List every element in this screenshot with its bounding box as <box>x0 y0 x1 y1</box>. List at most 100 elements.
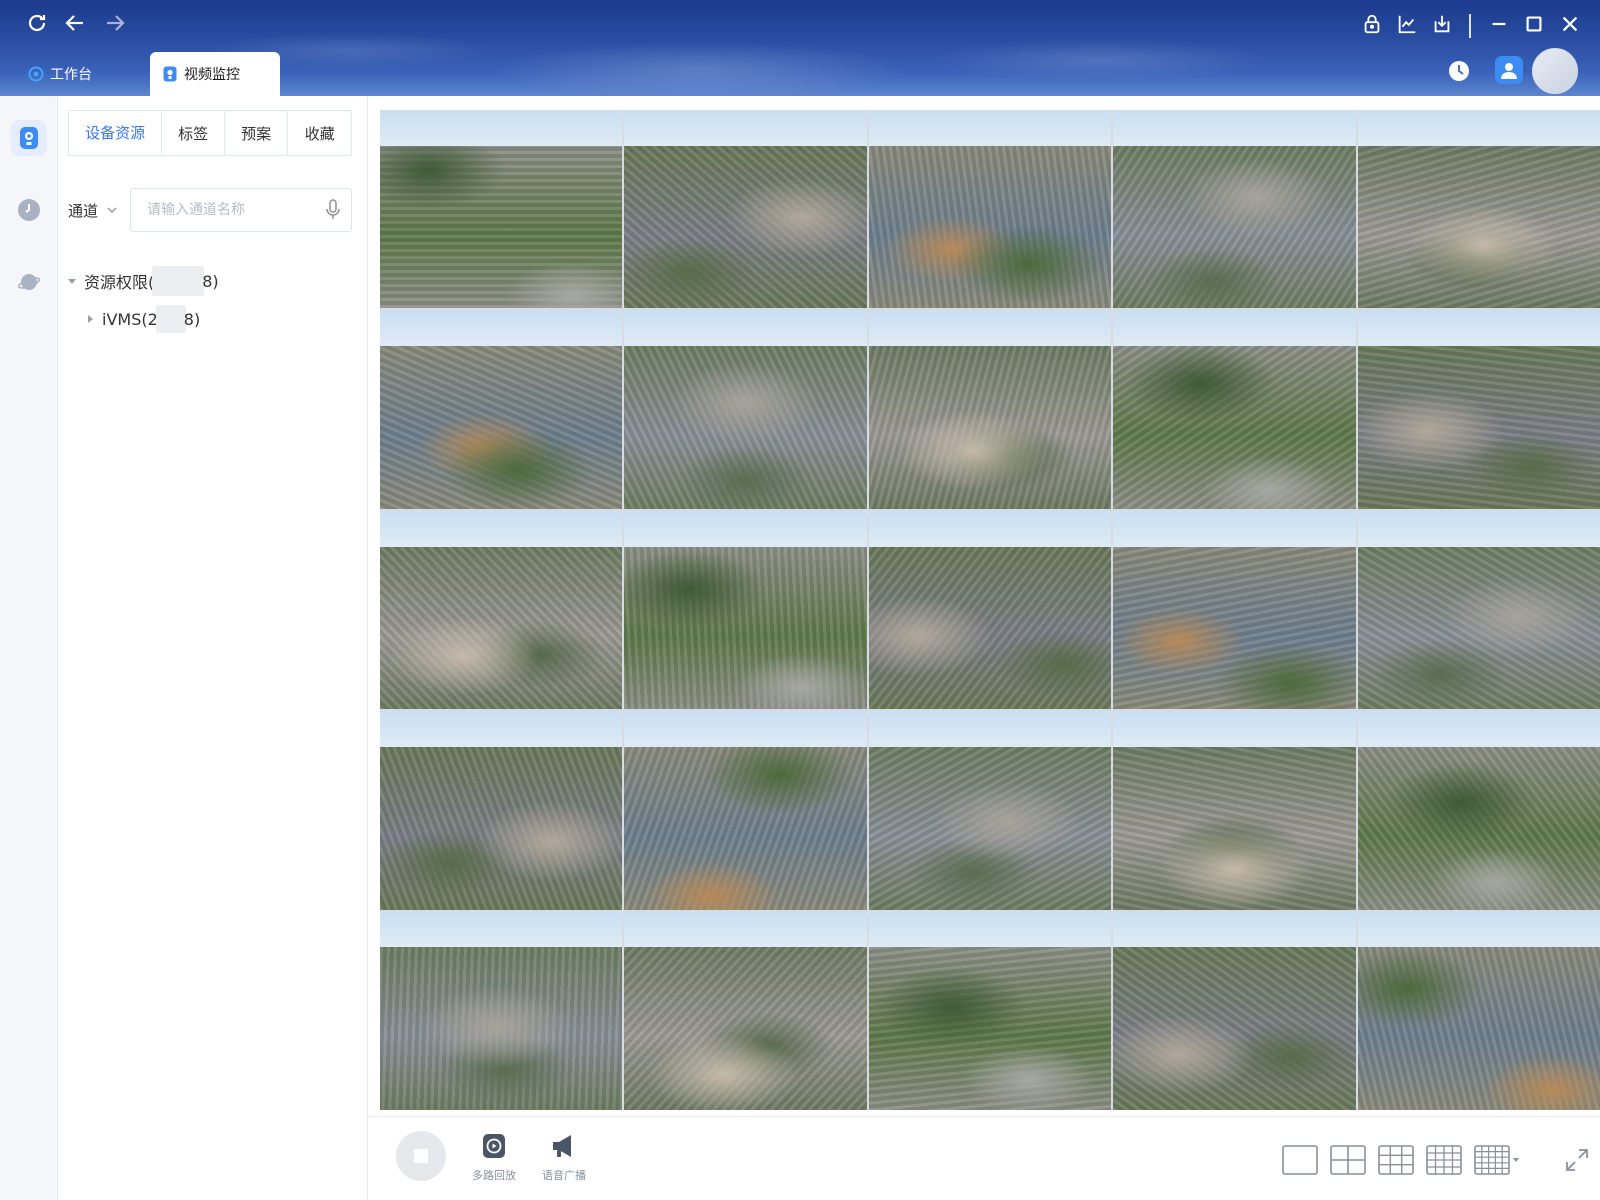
camera-tile[interactable] <box>868 911 1112 1110</box>
search-box <box>130 188 352 232</box>
layout-2x2-button[interactable] <box>1330 1145 1366 1175</box>
fullscreen-icon[interactable] <box>1564 1147 1590 1173</box>
camera-tile[interactable] <box>1357 510 1600 710</box>
camera-feed-image <box>1113 947 1356 1110</box>
clock-icon[interactable] <box>1448 60 1470 82</box>
layout-1x1-button[interactable] <box>1282 1145 1318 1175</box>
left-rail <box>0 96 58 1200</box>
caret-down-icon[interactable] <box>66 275 78 287</box>
camera-tile[interactable] <box>624 110 867 309</box>
camera-tile[interactable] <box>1357 310 1600 509</box>
layout-3x3-button[interactable] <box>1378 1145 1414 1175</box>
camera-tile[interactable] <box>868 110 1112 309</box>
camera-tile[interactable] <box>1113 310 1356 509</box>
avatar[interactable] <box>1532 48 1578 94</box>
tab-device-resources[interactable]: 设备资源 <box>69 111 163 155</box>
history-icon[interactable] <box>11 192 47 228</box>
redacted-mask <box>152 266 205 296</box>
camera-tile[interactable] <box>380 911 623 1110</box>
camera-feed-image <box>380 947 623 1110</box>
camera-feed-image <box>868 947 1112 1110</box>
arrow-right-icon[interactable] <box>100 8 130 38</box>
tree-node-label: iVMS(2 <box>102 309 158 329</box>
channel-select-label: 通道 <box>68 201 99 220</box>
camera-feed-image <box>1357 346 1600 509</box>
search-input[interactable] <box>147 202 325 218</box>
filter-row: 通道 <box>68 188 352 232</box>
channel-select[interactable]: 通道 <box>68 188 130 232</box>
camera-tile[interactable] <box>380 310 623 509</box>
separator <box>1469 14 1471 38</box>
chart-icon[interactable] <box>1392 9 1422 39</box>
stop-all-button[interactable] <box>396 1131 446 1181</box>
workbench-icon <box>28 66 44 82</box>
resource-tree: 资源权限(8) iVMS(2 8) <box>58 262 368 338</box>
video-monitor-icon <box>162 66 178 82</box>
tree-node-resource-permissions[interactable]: 资源权限(8) <box>58 262 368 300</box>
caret-right-icon[interactable] <box>84 313 96 325</box>
camera-tile[interactable] <box>380 110 623 309</box>
camera-feed-image <box>1357 947 1600 1110</box>
maximize-icon[interactable] <box>1519 9 1549 39</box>
layout-custom-dropdown[interactable] <box>1474 1145 1520 1175</box>
camera-feed-image <box>380 346 623 509</box>
camera-tile[interactable] <box>1357 110 1600 309</box>
resource-tabs: 设备资源 标签 预案 收藏 <box>68 110 352 156</box>
camera-tile[interactable] <box>868 510 1112 710</box>
camera-feed-image <box>1113 746 1356 910</box>
playback-icon <box>483 1134 505 1158</box>
tab-favorites[interactable]: 收藏 <box>288 111 351 155</box>
camera-tile[interactable] <box>624 310 867 509</box>
camera-tile[interactable] <box>1357 911 1600 1110</box>
camera-icon[interactable] <box>11 120 47 156</box>
lock-icon[interactable] <box>1357 9 1387 39</box>
refresh-icon[interactable] <box>22 8 52 38</box>
camera-feed-image <box>1357 546 1600 710</box>
camera-tile[interactable] <box>380 711 623 910</box>
camera-feed-image <box>1113 145 1356 309</box>
tab-plans[interactable]: 预案 <box>225 111 289 155</box>
camera-tile[interactable] <box>624 711 867 910</box>
layout-4x4-button[interactable] <box>1426 1145 1462 1175</box>
tab-video-monitor[interactable]: 视频监控 <box>150 52 280 96</box>
tab-workbench[interactable]: 工作台 <box>0 52 150 96</box>
camera-tile[interactable] <box>1113 911 1356 1110</box>
camera-tile[interactable] <box>868 310 1112 509</box>
microphone-icon[interactable] <box>325 199 341 221</box>
tab-label: 视频监控 <box>184 67 240 83</box>
multi-playback-label: 多路回放 <box>472 1169 516 1182</box>
camera-feed-image <box>868 546 1112 710</box>
camera-tile[interactable] <box>1357 711 1600 910</box>
close-icon[interactable] <box>1555 9 1585 39</box>
camera-tile[interactable] <box>380 510 623 710</box>
tab-tags[interactable]: 标签 <box>162 111 225 155</box>
camera-feed-image <box>624 145 867 309</box>
voice-broadcast-label: 语音广播 <box>542 1169 586 1182</box>
tab-label: 工作台 <box>50 67 92 83</box>
resource-panel: 设备资源 标签 预案 收藏 通道 资源权限(8) iVMS <box>58 96 368 1200</box>
camera-feed-image <box>624 546 867 710</box>
video-grid <box>380 110 1600 1110</box>
multi-playback-button[interactable]: 多路回放 <box>464 1131 524 1183</box>
tree-node-label-suffix: 8) <box>202 271 219 291</box>
redacted-mask <box>155 305 186 333</box>
camera-tile[interactable] <box>624 510 867 710</box>
camera-feed-image <box>868 746 1112 910</box>
camera-tile[interactable] <box>1113 510 1356 710</box>
camera-feed-image <box>1113 546 1356 710</box>
user-icon[interactable] <box>1495 56 1523 84</box>
camera-feed-image <box>1357 145 1600 309</box>
minimize-icon[interactable] <box>1484 9 1514 39</box>
camera-tile[interactable] <box>868 711 1112 910</box>
camera-tile[interactable] <box>624 911 867 1110</box>
arrow-left-icon[interactable] <box>60 8 90 38</box>
voice-broadcast-button[interactable]: 语音广播 <box>534 1131 594 1183</box>
tree-node-ivms[interactable]: iVMS(2 8) <box>58 300 368 338</box>
megaphone-icon <box>553 1135 571 1157</box>
planet-icon[interactable] <box>11 264 47 300</box>
camera-feed-image <box>1357 746 1600 910</box>
camera-tile[interactable] <box>1113 711 1356 910</box>
camera-tile[interactable] <box>1113 110 1356 309</box>
download-icon[interactable] <box>1427 9 1457 39</box>
camera-feed-image <box>868 346 1112 509</box>
